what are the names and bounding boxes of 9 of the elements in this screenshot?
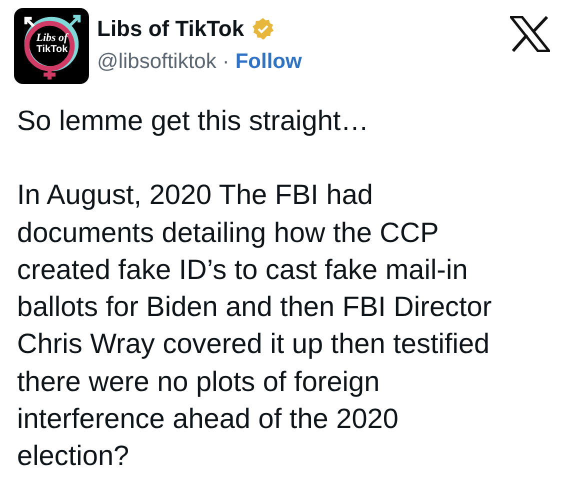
gender-symbol-drawing bbox=[24, 14, 81, 82]
account-handle: @libsoftiktok bbox=[97, 50, 216, 74]
separator-dot: · bbox=[222, 50, 230, 74]
avatar-text: Libs of TikTok bbox=[35, 33, 70, 56]
tweet-text: In August, 2020 The FBI had documents detailing how the CCP created fake ID’s to cast fake mail-in ballots for Biden and then FBI Director Chris Wray covered it up then testified there were no plots of foreign interference ahead of the 2020 election? bbox=[17, 178, 493, 474]
follow-link[interactable]: Follow bbox=[235, 50, 302, 74]
x-logo-icon[interactable] bbox=[510, 16, 550, 52]
account-name: Libs of TikTok bbox=[97, 16, 244, 42]
tweet-text: So lemme get this straight… bbox=[17, 104, 370, 138]
